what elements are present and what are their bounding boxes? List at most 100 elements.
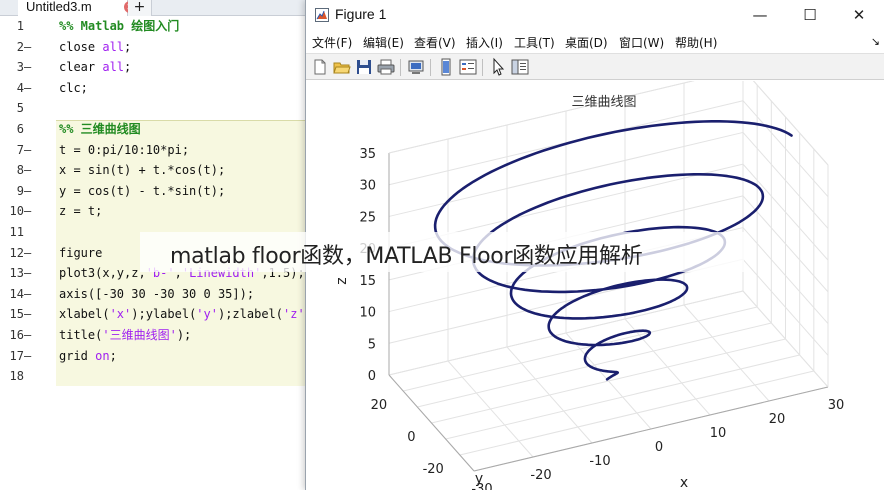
breakpoint-marker[interactable]: — <box>24 243 36 264</box>
breakpoint-marker[interactable]: — <box>24 263 36 284</box>
breakpoint-marker[interactable]: — <box>24 325 36 346</box>
pointer-icon[interactable] <box>488 57 508 77</box>
grid-line <box>417 322 772 408</box>
print-icon[interactable] <box>376 57 396 77</box>
line-number: 17 <box>9 348 24 363</box>
x-tick-label: 30 <box>828 398 845 413</box>
toolbar-separator <box>430 59 431 76</box>
figure-toolbar <box>306 53 884 80</box>
breakpoint-marker[interactable]: — <box>24 37 36 58</box>
code-line[interactable]: 15— xlabel('x');ylabel('y');zlabel('z'); <box>0 304 320 325</box>
caption-text: matlab floor函数，MATLAB Floor函数应用解析 <box>170 244 643 269</box>
line-number: 10 <box>9 204 24 219</box>
line-number: 9 <box>16 183 24 198</box>
menu-help[interactable]: 帮助(H) <box>675 34 717 51</box>
figure-title-bar[interactable]: Figure 1 — ☐ ✕ <box>306 0 884 31</box>
code-line[interactable]: 5 <box>0 98 320 119</box>
z-tick-label: 0 <box>368 369 376 384</box>
grid-line <box>431 338 786 424</box>
line-number: 14 <box>9 286 24 301</box>
code-text: y = cos(t) - t.*sin(t); <box>59 183 226 198</box>
breakpoint-marker[interactable]: — <box>24 284 36 305</box>
editor-tab-label: Untitled3.m <box>26 0 92 14</box>
menu-edit[interactable]: 编辑(E) <box>363 34 404 51</box>
matlab-figure-icon <box>315 8 329 22</box>
code-text: %% 三维曲线图 <box>59 122 141 136</box>
code-line[interactable]: 4— clc; <box>0 78 320 99</box>
breakpoint-marker[interactable]: — <box>24 140 36 161</box>
x-axis-line <box>473 386 829 472</box>
code-text: grid on; <box>59 348 117 363</box>
close-button[interactable]: ✕ <box>839 4 879 26</box>
menu-view[interactable]: 查看(V) <box>414 34 456 51</box>
maximize-button[interactable]: ☐ <box>790 4 830 26</box>
code-line[interactable]: 14— axis([-30 30 -30 30 0 35]); <box>0 284 320 305</box>
menu-tools[interactable]: 工具(T) <box>514 34 555 51</box>
menu-window[interactable]: 窗口(W) <box>619 34 664 51</box>
code-line[interactable]: 17— grid on; <box>0 346 320 367</box>
toolbar-separator <box>400 59 401 76</box>
line-number: 2 <box>16 39 24 54</box>
editor-tab[interactable]: Untitled3.m ✕ <box>18 0 136 16</box>
menu-insert[interactable]: 插入(I) <box>466 34 503 51</box>
axes-box <box>388 68 829 472</box>
breakpoint-marker[interactable]: — <box>24 160 36 181</box>
breakpoint-marker[interactable]: — <box>24 181 36 202</box>
y-tick-label: -20 <box>423 462 444 477</box>
code-line[interactable]: 2— close all; <box>0 37 320 58</box>
code-line[interactable]: 16— title('三维曲线图'); <box>0 325 320 346</box>
y-tick-label: 20 <box>371 398 388 413</box>
code-line[interactable]: 7— t = 0:pi/10:10*pi; <box>0 140 320 161</box>
code-line[interactable]: 6 %% 三维曲线图 <box>0 119 320 140</box>
code-line[interactable]: 8— x = sin(t) + t.*cos(t); <box>0 160 320 181</box>
code-text: x = sin(t) + t.*cos(t); <box>59 163 226 178</box>
code-line[interactable]: 9— y = cos(t) - t.*sin(t); <box>0 181 320 202</box>
line-number: 13 <box>9 266 24 281</box>
new-file-icon[interactable] <box>310 57 330 77</box>
code-text: z = t; <box>59 204 103 219</box>
plot-area[interactable]: 05101520253035-30-20-100102030-20020 三维曲… <box>306 68 884 490</box>
y-axis-line <box>388 374 475 472</box>
line-number: 4 <box>16 80 24 95</box>
breakpoint-marker[interactable]: — <box>24 78 36 99</box>
minimize-button[interactable]: — <box>740 4 780 26</box>
print-preview-icon[interactable] <box>406 57 426 77</box>
code-text: figure <box>59 245 103 260</box>
line-number: 11 <box>9 225 24 239</box>
open-folder-icon[interactable] <box>332 57 352 77</box>
code-line[interactable]: 10— z = t; <box>0 201 320 222</box>
code-text: title('三维曲线图'); <box>59 328 192 342</box>
z-tick-label: 35 <box>359 147 376 162</box>
plot3-chart[interactable]: 05101520253035-30-20-100102030-20020 三维曲… <box>306 68 884 490</box>
link-plot-icon[interactable] <box>436 57 456 77</box>
property-editor-icon[interactable] <box>510 57 530 77</box>
breakpoint-marker[interactable]: — <box>24 346 36 367</box>
breakpoint-marker[interactable]: — <box>24 304 36 325</box>
code-text: xlabel('x');ylabel('y');zlabel('z'); <box>59 307 319 322</box>
line-number: 1 <box>16 19 24 33</box>
save-icon[interactable] <box>354 57 374 77</box>
x-axis-label: x <box>680 475 688 490</box>
toolbar-separator <box>482 59 483 76</box>
screenshot-root: Untitled3.m ✕ + 1%% Matlab 绘图入门2—close a… <box>0 0 884 490</box>
y-tick-label: 0 <box>407 430 415 445</box>
grid-lines <box>388 68 829 472</box>
code-text: clc; <box>59 80 88 95</box>
code-line[interactable]: 3— clear all; <box>0 57 320 78</box>
editor-tab-bar: Untitled3.m ✕ + <box>0 0 320 16</box>
x-tick-label: -10 <box>589 454 610 469</box>
breakpoint-marker[interactable]: — <box>24 57 36 78</box>
menu-desktop[interactable]: 桌面(D) <box>565 34 608 51</box>
breakpoint-marker[interactable]: — <box>24 201 36 222</box>
code-line[interactable]: 18 <box>0 366 320 387</box>
x-tick-label: -20 <box>530 468 551 483</box>
insert-legend-icon[interactable] <box>458 57 478 77</box>
line-number: 7 <box>16 142 24 157</box>
z-tick-label: 5 <box>368 337 376 352</box>
code-line[interactable]: 1 %% Matlab 绘图入门 <box>0 16 320 37</box>
menu-file[interactable]: 文件(F) <box>312 34 352 51</box>
menu-overflow-icon[interactable]: ↘ <box>871 35 880 48</box>
new-tab-button[interactable]: + <box>128 0 152 16</box>
z-tick-label: 30 <box>359 179 376 194</box>
y-axis-label: y <box>475 471 483 487</box>
